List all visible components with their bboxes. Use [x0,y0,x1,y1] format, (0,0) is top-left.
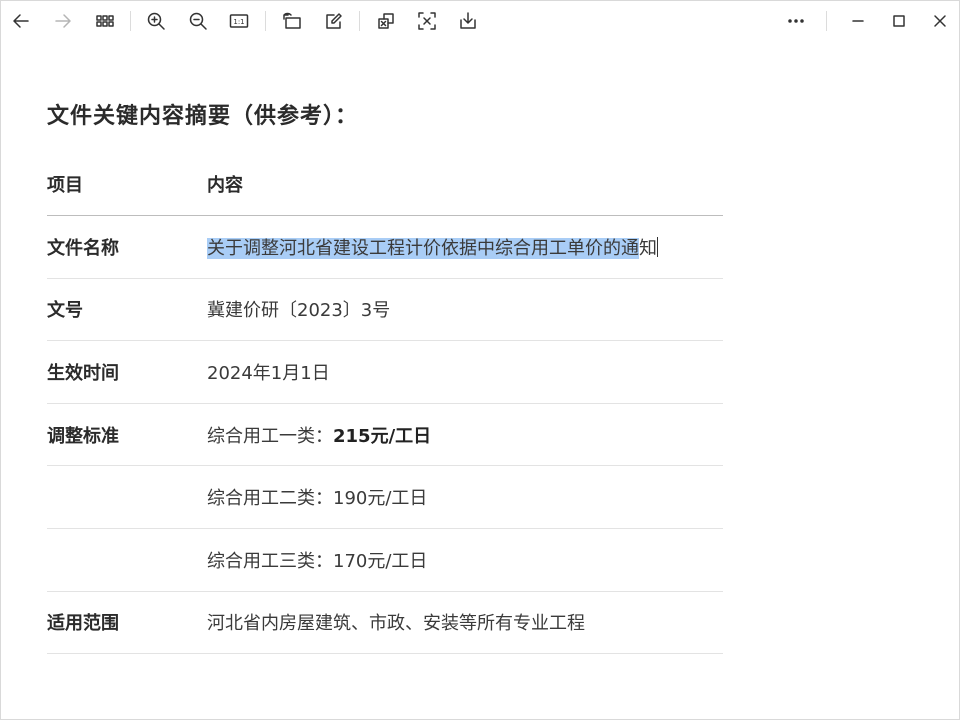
row-key: 适用范围 [47,591,207,655]
rotate-icon [283,12,301,29]
summary-table: 项目 内容 文件名称 关于调整河北省建设工程计价依据中综合用工单价的通知 文号 … [47,153,723,655]
rotate-button[interactable] [280,9,304,33]
back-button[interactable] [9,9,33,33]
document-title: 文件关键内容摘要（供参考）： [47,104,359,129]
header-content: 内容 [207,153,723,217]
row-value: 冀建价研〔2023〕3号 [207,278,723,342]
toolbar: 1:1 [1,1,959,41]
close-button[interactable] [928,9,952,33]
row-value: 综合用工一类：215元/工日 [207,403,723,467]
row-key: 文号 [47,278,207,342]
table-row: 文号 冀建价研〔2023〕3号 [47,278,723,342]
extract-icon [418,12,436,30]
minimize-icon [852,20,864,22]
table-row: 综合用工二类：190元/工日 [47,465,723,530]
table-row: 适用范围 河北省内房屋建筑、市政、安装等所有专业工程 [47,591,723,655]
toolbar-divider [130,11,131,31]
save-icon [460,12,476,29]
zoom-in-button[interactable] [144,9,168,33]
table-row: 文件名称 关于调整河北省建设工程计价依据中综合用工单价的通知 [47,215,723,279]
row-key [47,528,207,592]
header-item: 项目 [47,153,207,217]
row-key: 调整标准 [47,403,207,467]
more-icon [788,19,804,23]
maximize-button[interactable] [887,9,911,33]
edit-icon [326,13,342,29]
zoom-out-button[interactable] [186,9,210,33]
actual-size-icon: 1:1 [229,14,249,28]
zoom-out-icon [189,12,207,30]
back-arrow-icon [13,14,29,28]
save-button[interactable] [456,9,480,33]
actual-size-label: 1:1 [233,18,244,26]
thumbnail-grid-button[interactable] [93,9,117,33]
copy-button[interactable] [374,9,398,33]
row-key: 文件名称 [47,215,207,279]
text-cursor [657,236,658,257]
row-key: 生效时间 [47,340,207,404]
row-value: 综合用工三类：170元/工日 [207,528,723,592]
unselected-text[interactable]: 知 [639,238,657,259]
row-value: 综合用工二类：190元/工日 [207,465,723,530]
copy-icon [378,13,394,29]
toolbar-divider [265,11,266,31]
document-content: 文件关键内容摘要（供参考）： 项目 内容 文件名称 关于调整河北省建设工程计价依… [47,97,727,655]
extract-button[interactable] [415,9,439,33]
selected-text[interactable]: 关于调整河北省建设工程计价依据中综合用工单价的通 [207,237,639,259]
row-value-prefix: 综合用工一类： [207,425,333,447]
thumbnail-grid-icon [96,15,114,27]
row-value: 2024年1月1日 [207,340,723,404]
minimize-button[interactable] [846,9,870,33]
table-header-row: 项目 内容 [47,153,723,217]
row-value[interactable]: 关于调整河北省建设工程计价依据中综合用工单价的通知 [207,215,723,279]
more-button[interactable] [784,9,808,33]
row-value-bold: 215元/工日 [333,425,432,447]
actual-size-button[interactable]: 1:1 [227,9,251,33]
toolbar-divider [826,11,827,31]
image-viewer-window: 1:1 文件关键内容摘要（供参考）： 项目 内容 文件名称 关于调整河北省建设工… [0,0,960,720]
close-icon [934,15,946,27]
row-value: 河北省内房屋建筑、市政、安装等所有专业工程 [207,591,723,655]
table-row: 调整标准 综合用工一类：215元/工日 [47,403,723,467]
toolbar-divider [359,11,360,31]
table-row: 综合用工三类：170元/工日 [47,528,723,592]
zoom-in-icon [147,12,165,30]
table-row: 生效时间 2024年1月1日 [47,340,723,404]
forward-arrow-icon [55,14,71,28]
row-key [47,465,207,530]
maximize-icon [893,15,905,27]
forward-button[interactable] [51,9,75,33]
edit-button[interactable] [322,9,346,33]
